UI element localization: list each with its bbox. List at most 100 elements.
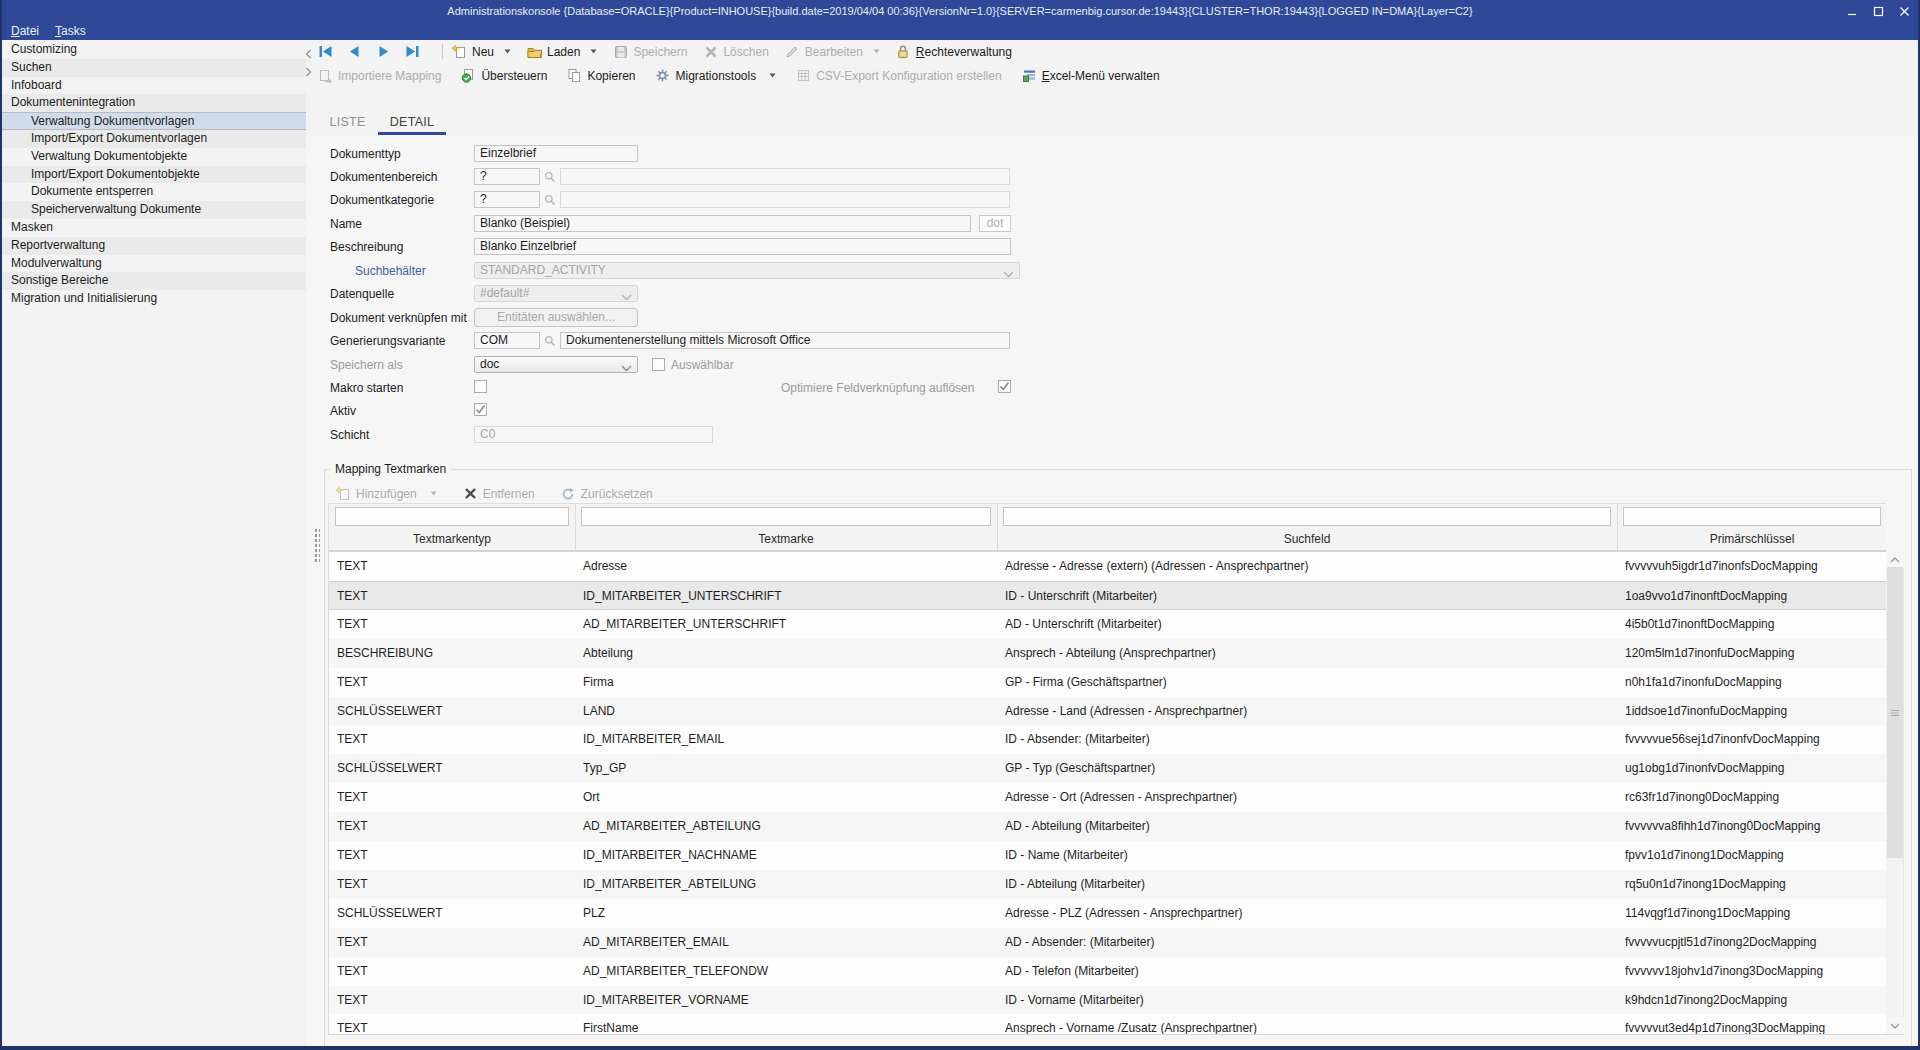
close-button[interactable] [1899, 6, 1910, 17]
migrationstools-button[interactable]: Migrationstools [655, 68, 776, 83]
sidebar-item[interactable]: Verwaltung Dokumentobjekte [2, 148, 306, 166]
filter-input-col2[interactable] [581, 507, 991, 526]
generierungsvariante-lookup-icon[interactable] [544, 335, 556, 350]
dropdown-caret-icon[interactable] [430, 491, 437, 496]
label: Rechteverwaltung [916, 45, 1012, 59]
table-row[interactable]: BESCHREIBUNGAbteilungAnsprech - Abteilun… [329, 639, 1886, 668]
zuruecksetzen-button[interactable]: Zurücksetzen [561, 486, 653, 501]
speichern_als-select[interactable]: doc [474, 356, 638, 373]
sidebar-item[interactable]: Dokumentenintegration [2, 94, 306, 112]
rechteverwaltung-button[interactable]: Rechteverwaltung [896, 44, 1012, 59]
kopieren-button[interactable]: Kopieren [567, 68, 635, 83]
table-row[interactable]: SCHLÜSSELWERTLANDAdresse - Land (Adresse… [329, 697, 1886, 726]
makro_starten-checkbox[interactable] [474, 380, 487, 393]
filter-input-col3[interactable] [1003, 507, 1611, 526]
hinzufuegen-button[interactable]: Hinzufügen [336, 486, 437, 501]
cell: rq5u0n1d7inong1DocMapping [1617, 870, 1886, 899]
sidebar-item[interactable]: Verwaltung Dokumentvorlagen [2, 112, 306, 130]
sidebar-item[interactable]: Modulverwaltung [2, 255, 306, 273]
table-row[interactable]: TEXTAD_MITARBEITER_ABTEILUNGAD - Abteilu… [329, 812, 1886, 841]
nav-next-button[interactable] [376, 45, 391, 58]
sidebar-collapse-left-icon[interactable] [305, 48, 317, 62]
filter-input-col4[interactable] [1623, 507, 1881, 526]
bearbeiten-button[interactable]: Bearbeiten [785, 44, 880, 59]
sidebar-item[interactable]: Import/Export Dokumentvorlagen [2, 130, 306, 148]
dokumentenbereich-lookup-icon[interactable] [544, 171, 556, 186]
cell: TEXT [329, 928, 575, 957]
sidebar-item[interactable]: Migration und Initialisierung [2, 290, 306, 308]
sidebar-item[interactable]: Suchen [2, 59, 306, 77]
scroll-down-button[interactable] [1886, 1017, 1904, 1034]
sidebar-item[interactable]: Reportverwaltung [2, 237, 306, 255]
laden-button[interactable]: Laden [527, 44, 597, 59]
column-header-3[interactable]: Suchfeld [997, 528, 1617, 550]
table-row[interactable]: TEXTAD_MITARBEITER_UNTERSCHRIFTAD - Unte… [329, 610, 1886, 639]
dokumentkategorie-input[interactable]: ? [474, 191, 540, 208]
table-scrollbar[interactable] [1886, 551, 1904, 1034]
entfernen-button[interactable]: Entfernen [463, 486, 535, 501]
menu-item-tasks[interactable]: Tasks [50, 22, 91, 40]
table-row[interactable]: TEXTAD_MITARBEITER_TELEFONDWAD - Telefon… [329, 957, 1886, 986]
excel-menu-button[interactable]: Excel-Menü verwalten [1022, 68, 1160, 83]
table-row[interactable]: TEXTID_MITARBEITER_NACHNAMEID - Name (Mi… [329, 841, 1886, 870]
table-row[interactable]: TEXTOrtAdresse - Ort (Adressen - Ansprec… [329, 783, 1886, 812]
dropdown-caret-icon[interactable] [873, 49, 880, 54]
cell: rc63fr1d7inong0DocMapping [1617, 783, 1886, 812]
dokumentkategorie-lookup-icon[interactable] [544, 194, 556, 209]
column-header-4[interactable]: Primärschlüssel [1617, 528, 1886, 550]
table-row[interactable]: TEXTFirmaGP - Firma (Geschäftspartner)n0… [329, 668, 1886, 697]
makro_starten-right-checkbox[interactable] [998, 380, 1011, 393]
filter-input-col1[interactable] [335, 507, 569, 526]
nav-last-button[interactable] [405, 45, 420, 58]
maximize-button[interactable] [1873, 6, 1884, 17]
beschreibung-input[interactable]: Blanko Einzelbrief [474, 238, 1011, 255]
scroll-thumb[interactable] [1887, 567, 1903, 858]
column-header-1[interactable]: Textmarkentyp [329, 528, 575, 550]
name-input[interactable]: Blanko (Beispiel) [474, 215, 971, 232]
dokumentenbereich-input[interactable]: ? [474, 168, 540, 185]
importiere-mapping-button[interactable]: Importiere Mapping [318, 68, 441, 83]
datenquelle-select[interactable]: #default# [474, 285, 638, 302]
uebersteuern-button[interactable]: Übersteuern [461, 68, 547, 83]
tab-liste[interactable]: LISTE [317, 110, 378, 135]
tab-detail[interactable]: DETAIL [378, 110, 446, 135]
table-row[interactable]: TEXTAdresseAdresse - Adresse (extern) (A… [329, 552, 1886, 581]
table-row[interactable]: TEXTID_MITARBEITER_VORNAMEID - Vorname (… [329, 986, 1886, 1015]
dropdown-caret-icon[interactable] [504, 49, 511, 54]
sidebar-item[interactable]: Import/Export Dokumentobjekte [2, 166, 306, 184]
generierungsvariante-description-box: Dokumentenerstellung mittels Microsoft O… [560, 332, 1010, 349]
sidebar-item[interactable]: Customizing [2, 41, 306, 59]
speichern_als-checkbox[interactable] [652, 358, 665, 371]
table-row[interactable]: SCHLÜSSELWERTTyp_GPGP - Typ (Geschäftspa… [329, 754, 1886, 783]
neu-button[interactable]: Neu [452, 44, 511, 59]
table-row[interactable]: SCHLÜSSELWERTPLZAdresse - PLZ (Adressen … [329, 899, 1886, 928]
table-row[interactable]: TEXTID_MITARBEITER_UNTERSCHRIFTID - Unte… [329, 581, 1886, 610]
nav-prev-button[interactable] [347, 45, 362, 58]
table-row[interactable]: TEXTAD_MITARBEITER_EMAILAD - Absender: (… [329, 928, 1886, 957]
table-row[interactable]: TEXTFirstNameAnsprech - Vorname /Zusatz … [329, 1014, 1886, 1034]
aktiv-checkbox[interactable] [474, 403, 487, 416]
speichern-button[interactable]: Speichern [613, 44, 687, 59]
dropdown-caret-icon[interactable] [590, 49, 597, 54]
sidebar-item[interactable]: Sonstige Bereiche [2, 272, 306, 290]
loeschen-button[interactable]: Löschen [703, 44, 768, 59]
table-row[interactable]: TEXTID_MITARBEITER_ABTEILUNGID - Abteilu… [329, 870, 1886, 899]
scroll-up-button[interactable] [1886, 551, 1904, 568]
minimize-button[interactable] [1847, 6, 1858, 17]
csv-export-button[interactable]: CSV-Export Konfiguration erstellen [796, 68, 1001, 83]
suchbehaelter-select[interactable]: STANDARD_ACTIVITY [474, 262, 1020, 279]
sidebar-item[interactable]: Masken [2, 219, 306, 237]
cell: fvvvvvuh5igdr1d7inonfsDocMapping [1617, 552, 1886, 581]
dropdown-caret-icon[interactable] [769, 73, 776, 78]
dokumenttyp-input[interactable]: Einzelbrief [474, 145, 638, 162]
column-header-2[interactable]: Textmarke [575, 528, 997, 550]
splitter-handle[interactable] [314, 528, 320, 564]
sidebar-item[interactable]: Dokumente entsperren [2, 183, 306, 201]
generierungsvariante-input[interactable]: COM [474, 332, 540, 349]
nav-first-button[interactable] [318, 45, 333, 58]
sidebar-item[interactable]: Infoboard [2, 77, 306, 95]
menu-item-datei[interactable]: Datei [6, 22, 44, 40]
sidebar-item[interactable]: Speicherverwaltung Dokumente [2, 201, 306, 219]
sidebar-expand-right-icon[interactable] [305, 66, 317, 80]
table-row[interactable]: TEXTID_MITARBEITER_EMAILID - Absender: (… [329, 725, 1886, 754]
